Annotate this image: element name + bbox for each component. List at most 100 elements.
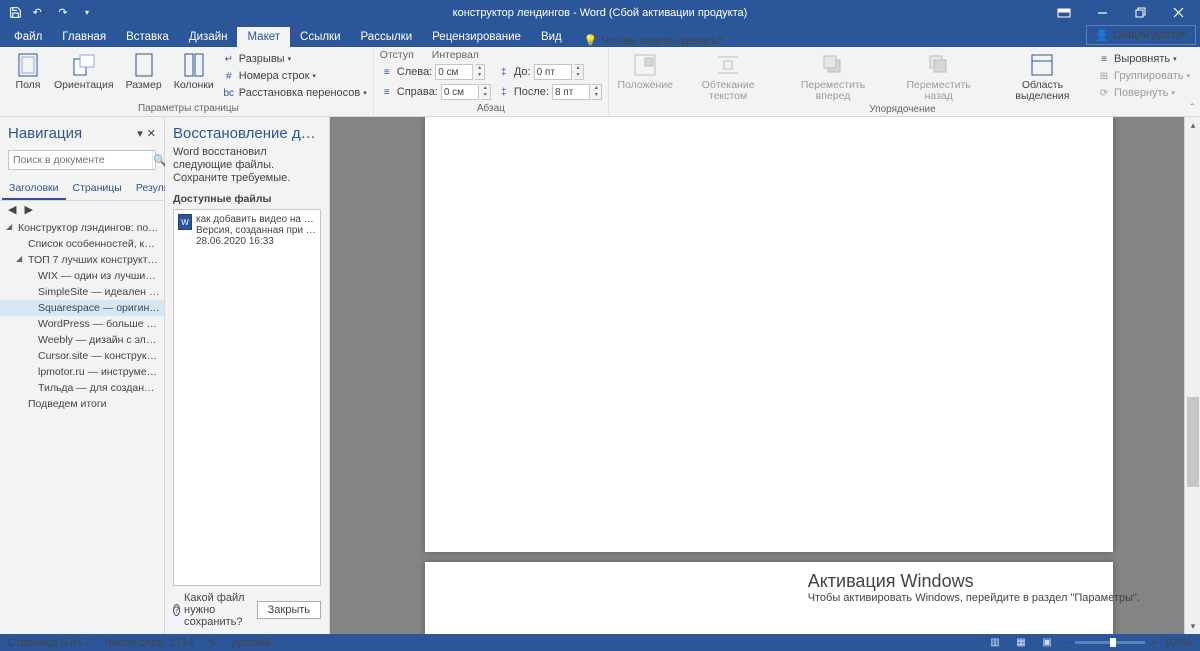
nav-next-icon[interactable]: ▶ — [24, 203, 32, 216]
share-button[interactable]: 👤Общий доступ — [1086, 25, 1196, 45]
hyphenation-button[interactable]: bcРасстановка переносов ▾ — [222, 85, 367, 101]
collapse-ribbon-icon[interactable]: ˆ — [1191, 103, 1194, 114]
scroll-down-icon[interactable]: ▾ — [1185, 618, 1200, 634]
space-after-input[interactable] — [552, 84, 590, 100]
tree-item[interactable]: ◢ТОП 7 лучших конструкторов д... — [0, 252, 164, 268]
tab-references[interactable]: Ссылки — [290, 27, 351, 47]
columns-button[interactable]: Колонки — [170, 49, 218, 93]
nav-tab-headings[interactable]: Заголовки — [2, 178, 66, 200]
position-button[interactable]: Положение — [615, 49, 676, 93]
page-current[interactable]: WordPress — больше чем конструктор сайто… — [425, 562, 1113, 634]
tab-view[interactable]: Вид — [531, 27, 572, 47]
tab-review[interactable]: Рецензирование — [422, 27, 531, 47]
save-icon[interactable] — [4, 2, 26, 24]
view-print-icon[interactable]: ▦ — [1011, 636, 1031, 650]
ribbon-tabs: Файл Главная Вставка Дизайн Макет Ссылки… — [0, 25, 1200, 47]
tab-file[interactable]: Файл — [4, 27, 52, 47]
nav-tree: ◢Конструктор лэндингов: подборка...Списо… — [0, 218, 164, 634]
orientation-button[interactable]: Ориентация — [50, 49, 118, 93]
rotate-button[interactable]: ⟳Повернуть ▾ — [1097, 85, 1190, 101]
breaks-button[interactable]: ↵Разрывы ▾ — [222, 51, 367, 67]
tree-item[interactable]: WordPress — больше чем ко... — [0, 316, 164, 332]
tree-item[interactable]: Weebly — дизайн с элемента... — [0, 332, 164, 348]
ribbon-options-icon[interactable] — [1046, 2, 1082, 24]
indent-right-spinner[interactable]: ▴▾ — [481, 84, 491, 100]
recover-item[interactable]: W как добавить видео на ютуб к... Версия… — [176, 212, 318, 249]
view-web-icon[interactable]: ▣ — [1037, 636, 1057, 650]
close-icon[interactable] — [1160, 2, 1196, 24]
selection-pane-button[interactable]: Область выделения — [992, 49, 1093, 104]
space-after-spinner[interactable]: ▴▾ — [592, 84, 602, 100]
indent-right-input[interactable] — [441, 84, 479, 100]
recover-help[interactable]: ?Какой файл нужно сохранить? — [173, 592, 257, 628]
nav-tab-pages[interactable]: Страницы — [66, 178, 129, 200]
scroll-thumb[interactable] — [1187, 397, 1199, 487]
nav-prev-icon[interactable]: ◀ — [8, 203, 16, 216]
align-button[interactable]: ≡Выровнять ▾ — [1097, 51, 1190, 67]
back-button[interactable]: Переместить назад — [889, 49, 988, 104]
indent-title: Отступ — [380, 49, 414, 61]
recover-close-button[interactable]: Закрыть — [257, 601, 321, 619]
tree-item[interactable]: Тильда — для создания адап... — [0, 380, 164, 396]
zoom-in-icon[interactable]: + — [1151, 637, 1157, 649]
indent-left-spinner[interactable]: ▴▾ — [475, 64, 485, 80]
nav-search-input[interactable] — [9, 151, 152, 169]
tab-design[interactable]: Дизайн — [179, 27, 238, 47]
wrap-icon — [714, 51, 742, 79]
scroll-up-icon[interactable]: ▴ — [1185, 117, 1200, 133]
nav-dropdown-icon[interactable]: ▾ — [137, 127, 143, 140]
redo-icon[interactable]: ↷ — [52, 2, 74, 24]
rotate-icon: ⟳ — [1097, 86, 1111, 100]
zoom-level[interactable]: 100% — [1164, 637, 1192, 649]
page-previous[interactable] — [425, 117, 1113, 552]
restore-icon[interactable] — [1122, 2, 1158, 24]
tab-mailings[interactable]: Рассылки — [351, 27, 423, 47]
status-words[interactable]: Число слов: 1714 — [104, 637, 193, 649]
recover-sub: Доступные файлы — [165, 185, 329, 209]
columns-label: Колонки — [174, 80, 214, 91]
status-page[interactable]: Страница 5 из 7 — [8, 637, 90, 649]
indent-left-input[interactable] — [435, 64, 473, 80]
nav-search[interactable]: 🔍▾ — [8, 150, 156, 170]
tell-me-search[interactable]: 💡Что вы хотите сделать? — [584, 34, 723, 47]
forward-label: Переместить вперед — [785, 80, 882, 102]
status-lang[interactable]: русский — [231, 637, 270, 649]
minimize-icon[interactable] — [1084, 2, 1120, 24]
zoom-handle[interactable] — [1110, 638, 1116, 647]
tree-item[interactable]: Подведем итоги — [0, 396, 164, 412]
forward-button[interactable]: Переместить вперед — [781, 49, 886, 104]
size-button[interactable]: Размер — [122, 49, 166, 93]
space-before-input[interactable] — [534, 64, 572, 80]
group-icon: ⊞ — [1097, 69, 1111, 83]
spellcheck-icon[interactable]: ✎ — [208, 636, 217, 649]
space-before-spinner[interactable]: ▴▾ — [574, 64, 584, 80]
ribbon: Поля Ориентация Размер Колонки ↵Разрывы … — [0, 47, 1200, 117]
recover-item-version: Версия, созданная при посл... — [196, 225, 316, 236]
nav-close-icon[interactable]: ✕ — [147, 127, 156, 140]
tree-item[interactable]: SimpleSite — идеален для но... — [0, 284, 164, 300]
view-read-icon[interactable]: ▥ — [985, 636, 1005, 650]
tree-item[interactable]: ◢Конструктор лэндингов: подборка... — [0, 220, 164, 236]
columns-icon — [180, 51, 208, 79]
tree-item[interactable]: Cursor.site — конструктор на... — [0, 348, 164, 364]
tree-item[interactable]: lpmotor.ru — инструмент со... — [0, 364, 164, 380]
line-numbers-button[interactable]: #Номера строк ▾ — [222, 68, 367, 84]
vertical-scrollbar[interactable]: ▴ ▾ — [1184, 117, 1200, 634]
zoom-out-icon[interactable]: − — [1063, 637, 1069, 649]
tab-home[interactable]: Главная — [52, 27, 116, 47]
tree-item[interactable]: WIX — один из лучших с ши... — [0, 268, 164, 284]
undo-icon[interactable]: ↶▾ — [28, 2, 50, 24]
document-area[interactable]: WordPress — больше чем конструктор сайто… — [330, 117, 1200, 634]
margins-label: Поля — [16, 80, 41, 91]
group-objects-button[interactable]: ⊞Группировать ▾ — [1097, 68, 1190, 84]
tab-layout[interactable]: Макет — [237, 27, 290, 47]
wrap-button[interactable]: Обтекание текстом — [680, 49, 777, 104]
tab-insert[interactable]: Вставка — [116, 27, 179, 47]
hyphen-icon: bc — [222, 86, 236, 100]
tree-item[interactable]: Squarespace — оригинальны... — [0, 300, 164, 316]
zoom-slider[interactable] — [1075, 641, 1145, 644]
tree-item[interactable]: Список особенностей, которые... — [0, 236, 164, 252]
space-after-icon: ‡ — [497, 85, 511, 99]
qat-customize-icon[interactable]: ▾ — [76, 2, 98, 24]
margins-button[interactable]: Поля — [10, 49, 46, 93]
